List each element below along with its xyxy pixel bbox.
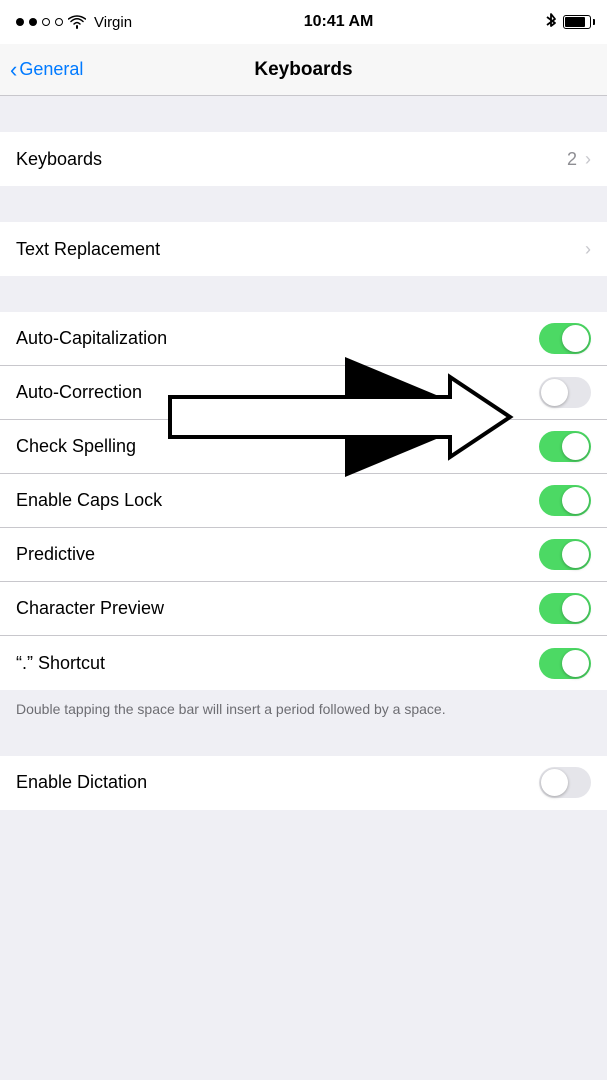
section-gap-3: [0, 276, 607, 312]
auto-capitalization-toggle[interactable]: [539, 323, 591, 354]
check-spelling-toggle[interactable]: [539, 431, 591, 462]
period-shortcut-toggle[interactable]: [539, 648, 591, 679]
battery-fill: [565, 17, 585, 27]
period-shortcut-label: “.” Shortcut: [16, 653, 105, 674]
character-preview-row[interactable]: Character Preview: [0, 582, 607, 636]
enable-caps-lock-thumb: [562, 487, 589, 514]
text-replacement-label: Text Replacement: [16, 239, 160, 260]
status-bar: Virgin 10:41 AM: [0, 0, 607, 44]
enable-caps-lock-row[interactable]: Enable Caps Lock: [0, 474, 607, 528]
enable-dictation-row[interactable]: Enable Dictation: [0, 756, 607, 810]
text-replacement-section: Text Replacement ›: [0, 222, 607, 276]
text-replacement-right: ›: [585, 239, 591, 260]
status-left: Virgin: [16, 14, 132, 31]
predictive-thumb: [562, 541, 589, 568]
auto-correction-row[interactable]: Auto-Correction: [0, 366, 607, 420]
text-replacement-chevron-icon: ›: [585, 239, 591, 260]
carrier-name: Virgin: [94, 14, 132, 31]
text-replacement-row[interactable]: Text Replacement ›: [0, 222, 607, 276]
back-button[interactable]: ‹ General: [10, 59, 83, 81]
auto-capitalization-row[interactable]: Auto-Capitalization: [0, 312, 607, 366]
auto-capitalization-label: Auto-Capitalization: [16, 328, 167, 349]
enable-caps-lock-toggle[interactable]: [539, 485, 591, 516]
toggle-settings-section: Auto-Capitalization Auto-Correction Chec…: [0, 312, 607, 690]
period-shortcut-thumb: [562, 650, 589, 677]
predictive-row[interactable]: Predictive: [0, 528, 607, 582]
toggle-list: Auto-Capitalization Auto-Correction Chec…: [0, 312, 607, 690]
check-spelling-thumb: [562, 433, 589, 460]
wifi-icon: [68, 15, 86, 29]
enable-dictation-section: Enable Dictation: [0, 756, 607, 810]
signal-dot-2: [29, 18, 37, 26]
section-gap-top: [0, 96, 607, 132]
battery-icon: [563, 15, 591, 29]
auto-correction-label: Auto-Correction: [16, 382, 142, 403]
signal-dot-1: [16, 18, 24, 26]
keyboards-section: Keyboards 2 ›: [0, 132, 607, 186]
signal-dot-4: [55, 18, 63, 26]
period-shortcut-footer: Double tapping the space bar will insert…: [0, 690, 607, 734]
check-spelling-label: Check Spelling: [16, 436, 136, 457]
period-shortcut-row[interactable]: “.” Shortcut: [0, 636, 607, 690]
keyboards-right: 2 ›: [567, 149, 591, 170]
keyboards-chevron-icon: ›: [585, 149, 591, 170]
character-preview-label: Character Preview: [16, 598, 164, 619]
enable-dictation-toggle[interactable]: [539, 767, 591, 798]
auto-correction-toggle[interactable]: [539, 377, 591, 408]
bluetooth-icon: [545, 13, 557, 31]
back-button-label: General: [19, 59, 83, 80]
keyboards-count: 2: [567, 149, 577, 170]
character-preview-thumb: [562, 595, 589, 622]
status-right: [545, 13, 591, 31]
page-title: Keyboards: [254, 59, 352, 81]
enable-dictation-thumb: [541, 769, 568, 796]
auto-capitalization-thumb: [562, 325, 589, 352]
section-gap-4: [0, 734, 607, 756]
predictive-label: Predictive: [16, 544, 95, 565]
auto-correction-thumb: [541, 379, 568, 406]
enable-dictation-label: Enable Dictation: [16, 772, 147, 793]
predictive-toggle[interactable]: [539, 539, 591, 570]
nav-bar: ‹ General Keyboards: [0, 44, 607, 96]
status-time: 10:41 AM: [304, 13, 374, 31]
keyboards-row[interactable]: Keyboards 2 ›: [0, 132, 607, 186]
keyboards-label: Keyboards: [16, 149, 102, 170]
section-gap-2: [0, 186, 607, 222]
character-preview-toggle[interactable]: [539, 593, 591, 624]
signal-dot-3: [42, 18, 50, 26]
enable-caps-lock-label: Enable Caps Lock: [16, 490, 162, 511]
back-chevron-icon: ‹: [10, 59, 17, 81]
check-spelling-row[interactable]: Check Spelling: [0, 420, 607, 474]
